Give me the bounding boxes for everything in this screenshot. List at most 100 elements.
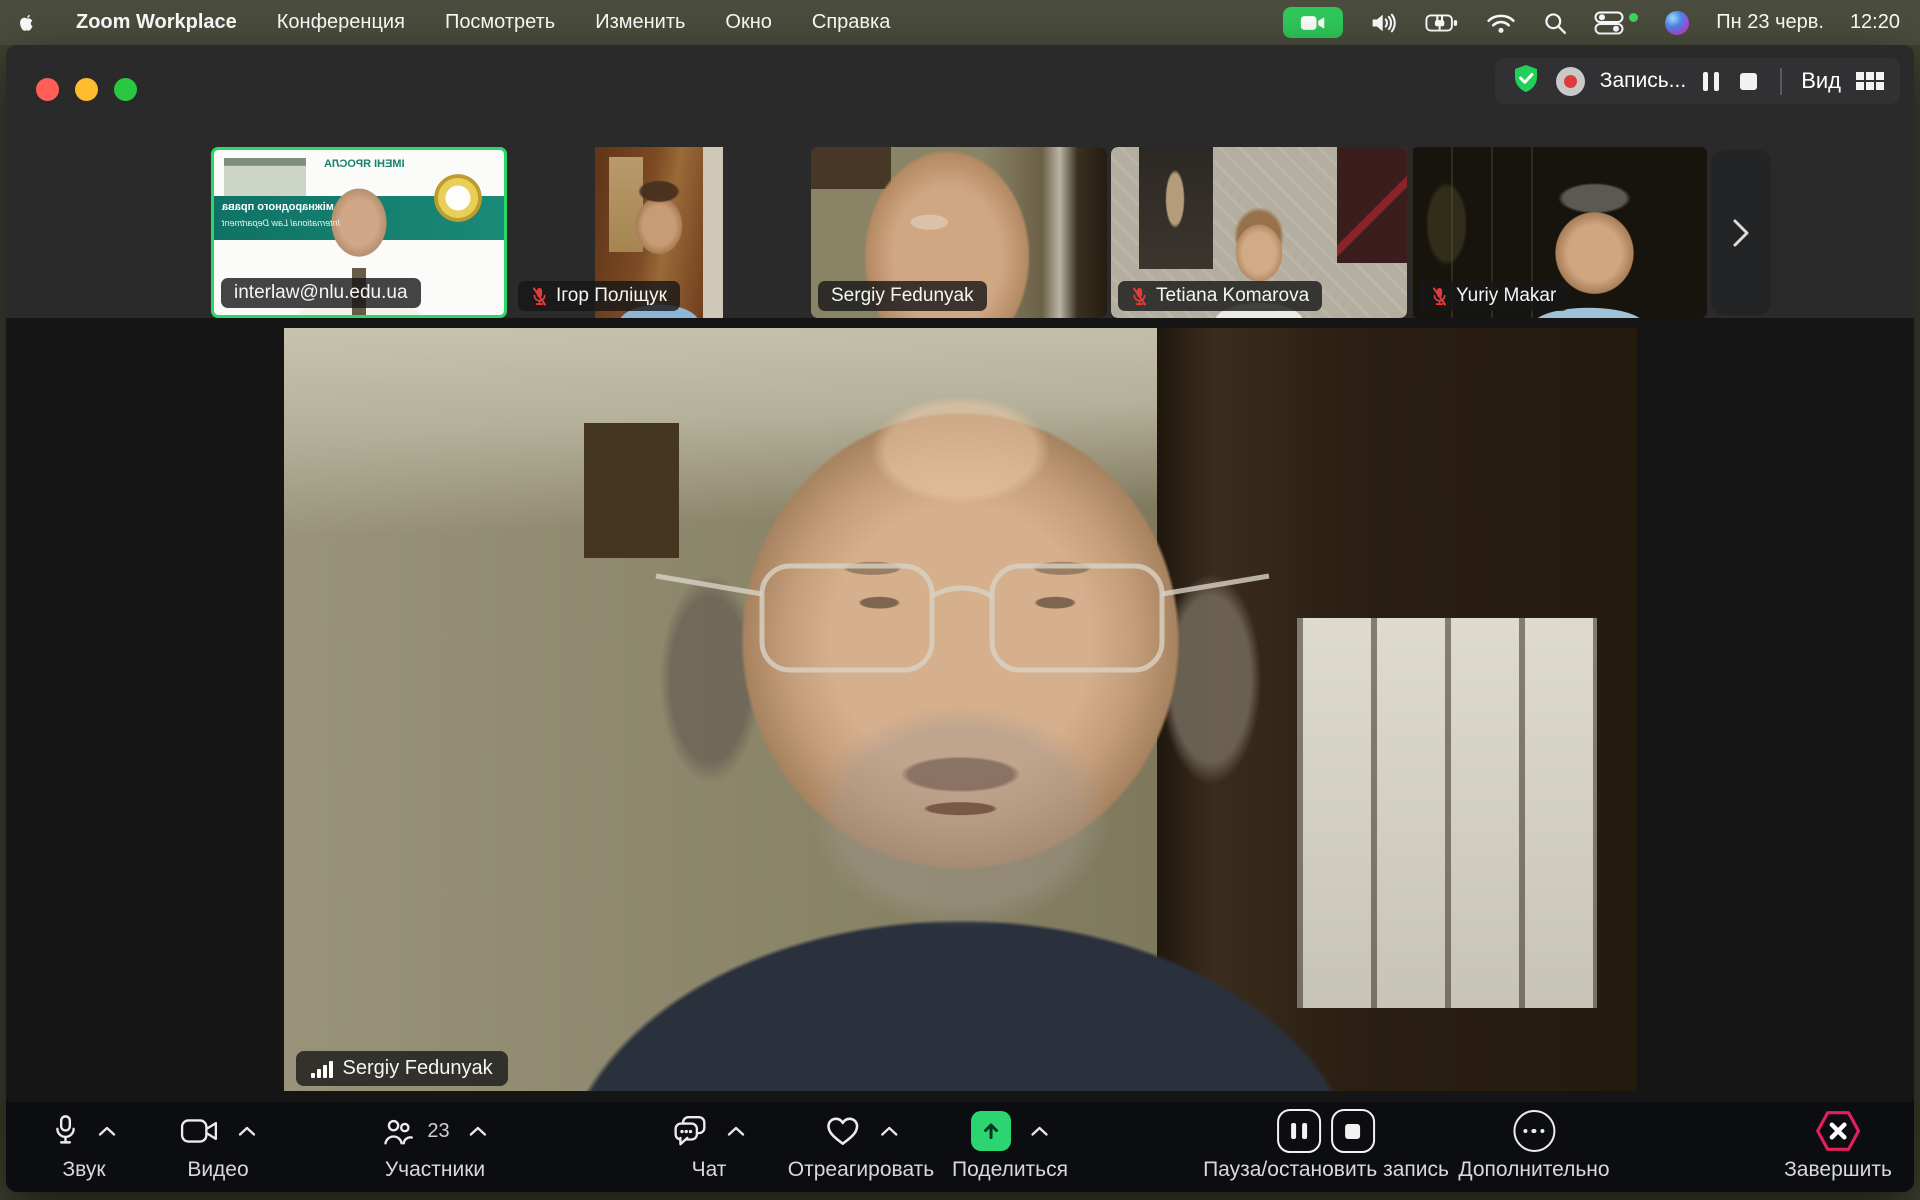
divider xyxy=(1780,68,1782,95)
traffic-lights xyxy=(36,78,137,101)
chat-label: Чат xyxy=(692,1158,727,1182)
video-button[interactable]: Видео xyxy=(181,1102,256,1192)
meeting-controls-panel: Запись... Вид xyxy=(1495,58,1900,104)
chevron-up-icon[interactable] xyxy=(1032,1126,1049,1137)
participants-label: Участники xyxy=(385,1158,485,1182)
share-label: Поделиться xyxy=(952,1158,1068,1182)
more-label: Дополнительно xyxy=(1458,1158,1609,1182)
connection-signal-icon xyxy=(311,1060,333,1078)
chevron-up-icon[interactable] xyxy=(470,1126,487,1137)
pause-recording-button[interactable] xyxy=(1701,72,1721,91)
security-shield-icon[interactable] xyxy=(1511,63,1541,99)
participants-button[interactable]: 23 Участники xyxy=(383,1102,486,1192)
filmstrip-next-button[interactable] xyxy=(1711,150,1771,315)
stop-record-button[interactable] xyxy=(1331,1109,1375,1153)
menu-app-name[interactable]: Zoom Workplace xyxy=(76,11,237,34)
virtual-bg-text: міжнародного права xyxy=(222,201,334,213)
recording-controls: Пауза/остановить запись xyxy=(1203,1102,1449,1192)
chevron-up-icon[interactable] xyxy=(99,1126,116,1137)
video-tile-sergiy[interactable]: Sergiy Fedunyak xyxy=(811,147,1107,318)
minimize-window-button[interactable] xyxy=(75,78,98,101)
camera-icon xyxy=(181,1118,219,1144)
participant-nameplate: Tetiana Komarova xyxy=(1118,281,1322,311)
apple-menu-icon[interactable] xyxy=(16,12,36,34)
fullscreen-window-button[interactable] xyxy=(114,78,137,101)
gallery-view-icon[interactable] xyxy=(1856,72,1884,90)
menu-edit[interactable]: Изменить xyxy=(595,11,685,34)
menu-window[interactable]: Окно xyxy=(725,11,771,34)
menu-bar-left: Zoom Workplace Конференция Посмотреть Из… xyxy=(16,11,890,34)
react-button[interactable]: Отреагировать xyxy=(788,1102,934,1192)
date-label: Пн 23 черв. xyxy=(1716,11,1824,34)
share-screen-icon xyxy=(972,1111,1012,1151)
camera-active-indicator[interactable] xyxy=(1283,7,1343,38)
chat-icon xyxy=(674,1115,708,1147)
menu-bar-clock[interactable]: Пн 23 черв. 12:20 xyxy=(1716,11,1900,34)
menu-conference[interactable]: Конференция xyxy=(277,11,405,34)
filmstrip: ІМЕНІ ЯРОСЛА міжнародного права Internat… xyxy=(211,147,1771,318)
time-label: 12:20 xyxy=(1850,11,1900,34)
share-button[interactable]: Поделиться xyxy=(952,1102,1068,1192)
spotlight-search-icon[interactable] xyxy=(1543,11,1567,35)
recording-status-label: Запись... xyxy=(1600,69,1686,93)
chevron-up-icon[interactable] xyxy=(881,1126,898,1137)
siri-icon[interactable] xyxy=(1665,11,1689,35)
participant-name: interlaw@nlu.edu.ua xyxy=(234,282,408,304)
main-stage: Sergiy Fedunyak xyxy=(6,318,1914,1102)
view-menu-label[interactable]: Вид xyxy=(1801,68,1841,94)
active-speaker-tile[interactable]: Sergiy Fedunyak xyxy=(284,328,1637,1091)
menu-bar: Zoom Workplace Конференция Посмотреть Из… xyxy=(0,0,1920,45)
end-meeting-button[interactable]: Завершить xyxy=(1784,1102,1892,1192)
participant-nameplate: interlaw@nlu.edu.ua xyxy=(221,278,421,308)
virtual-bg-text: International Law Department xyxy=(222,218,340,228)
participant-name: Tetiana Komarova xyxy=(1156,285,1309,307)
participant-name: Sergiy Fedunyak xyxy=(831,285,974,307)
participant-name: Yuriy Makar xyxy=(1456,285,1556,307)
muted-mic-icon xyxy=(1431,286,1448,307)
speaker-name: Sergiy Fedunyak xyxy=(343,1057,493,1080)
video-label: Видео xyxy=(187,1158,248,1182)
end-meeting-icon xyxy=(1815,1110,1861,1152)
battery-icon[interactable] xyxy=(1425,13,1459,33)
pause-record-button[interactable] xyxy=(1277,1109,1321,1153)
muted-mic-icon xyxy=(531,286,548,307)
volume-icon[interactable] xyxy=(1370,11,1398,35)
control-center-icon[interactable] xyxy=(1594,11,1638,35)
more-button[interactable]: Дополнительно xyxy=(1458,1102,1609,1192)
stop-recording-button[interactable] xyxy=(1740,73,1757,90)
record-label: Пауза/остановить запись xyxy=(1203,1158,1449,1182)
wifi-icon[interactable] xyxy=(1486,12,1516,34)
muted-mic-icon xyxy=(1131,286,1148,307)
chevron-up-icon[interactable] xyxy=(728,1126,745,1137)
end-label: Завершить xyxy=(1784,1158,1892,1182)
video-tile-igor[interactable]: Ігор Поліщук xyxy=(511,147,807,318)
chevron-up-icon[interactable] xyxy=(239,1126,256,1137)
participants-icon xyxy=(383,1117,413,1145)
participant-nameplate: Ігор Поліщук xyxy=(518,281,680,311)
heart-icon xyxy=(825,1115,861,1147)
status-dot xyxy=(1629,13,1638,22)
ellipsis-icon xyxy=(1513,1110,1555,1152)
recording-indicator-icon xyxy=(1556,67,1585,96)
react-label: Отреагировать xyxy=(788,1158,934,1182)
desktop: Zoom Workplace Конференция Посмотреть Из… xyxy=(0,0,1920,1200)
virtual-bg-text: ІМЕНІ ЯРОСЛА xyxy=(324,158,405,170)
window-chrome: Запись... Вид ІМЕНІ ЯРОСЛА міжнародного … xyxy=(6,45,1914,318)
speaker-nameplate: Sergiy Fedunyak xyxy=(296,1051,508,1086)
participant-nameplate: Yuriy Makar xyxy=(1418,281,1569,311)
video-tile-yuriy[interactable]: Yuriy Makar xyxy=(1411,147,1707,318)
microphone-icon xyxy=(53,1114,79,1148)
meeting-toolbar: Звук Видео 23 Участники xyxy=(6,1102,1914,1192)
video-tile-tetiana[interactable]: Tetiana Komarova xyxy=(1111,147,1407,318)
audio-button[interactable]: Звук xyxy=(53,1102,116,1192)
close-window-button[interactable] xyxy=(36,78,59,101)
participant-name: Ігор Поліщук xyxy=(556,285,667,307)
menu-help[interactable]: Справка xyxy=(812,11,890,34)
video-tile-interlaw[interactable]: ІМЕНІ ЯРОСЛА міжнародного права Internat… xyxy=(211,147,507,318)
chat-button[interactable]: Чат xyxy=(674,1102,745,1192)
audio-label: Звук xyxy=(62,1158,105,1182)
participant-nameplate: Sergiy Fedunyak xyxy=(818,281,987,311)
glasses-detail xyxy=(284,328,1637,1091)
menu-view[interactable]: Посмотреть xyxy=(445,11,555,34)
menu-bar-status: Пн 23 черв. 12:20 xyxy=(1283,7,1900,38)
